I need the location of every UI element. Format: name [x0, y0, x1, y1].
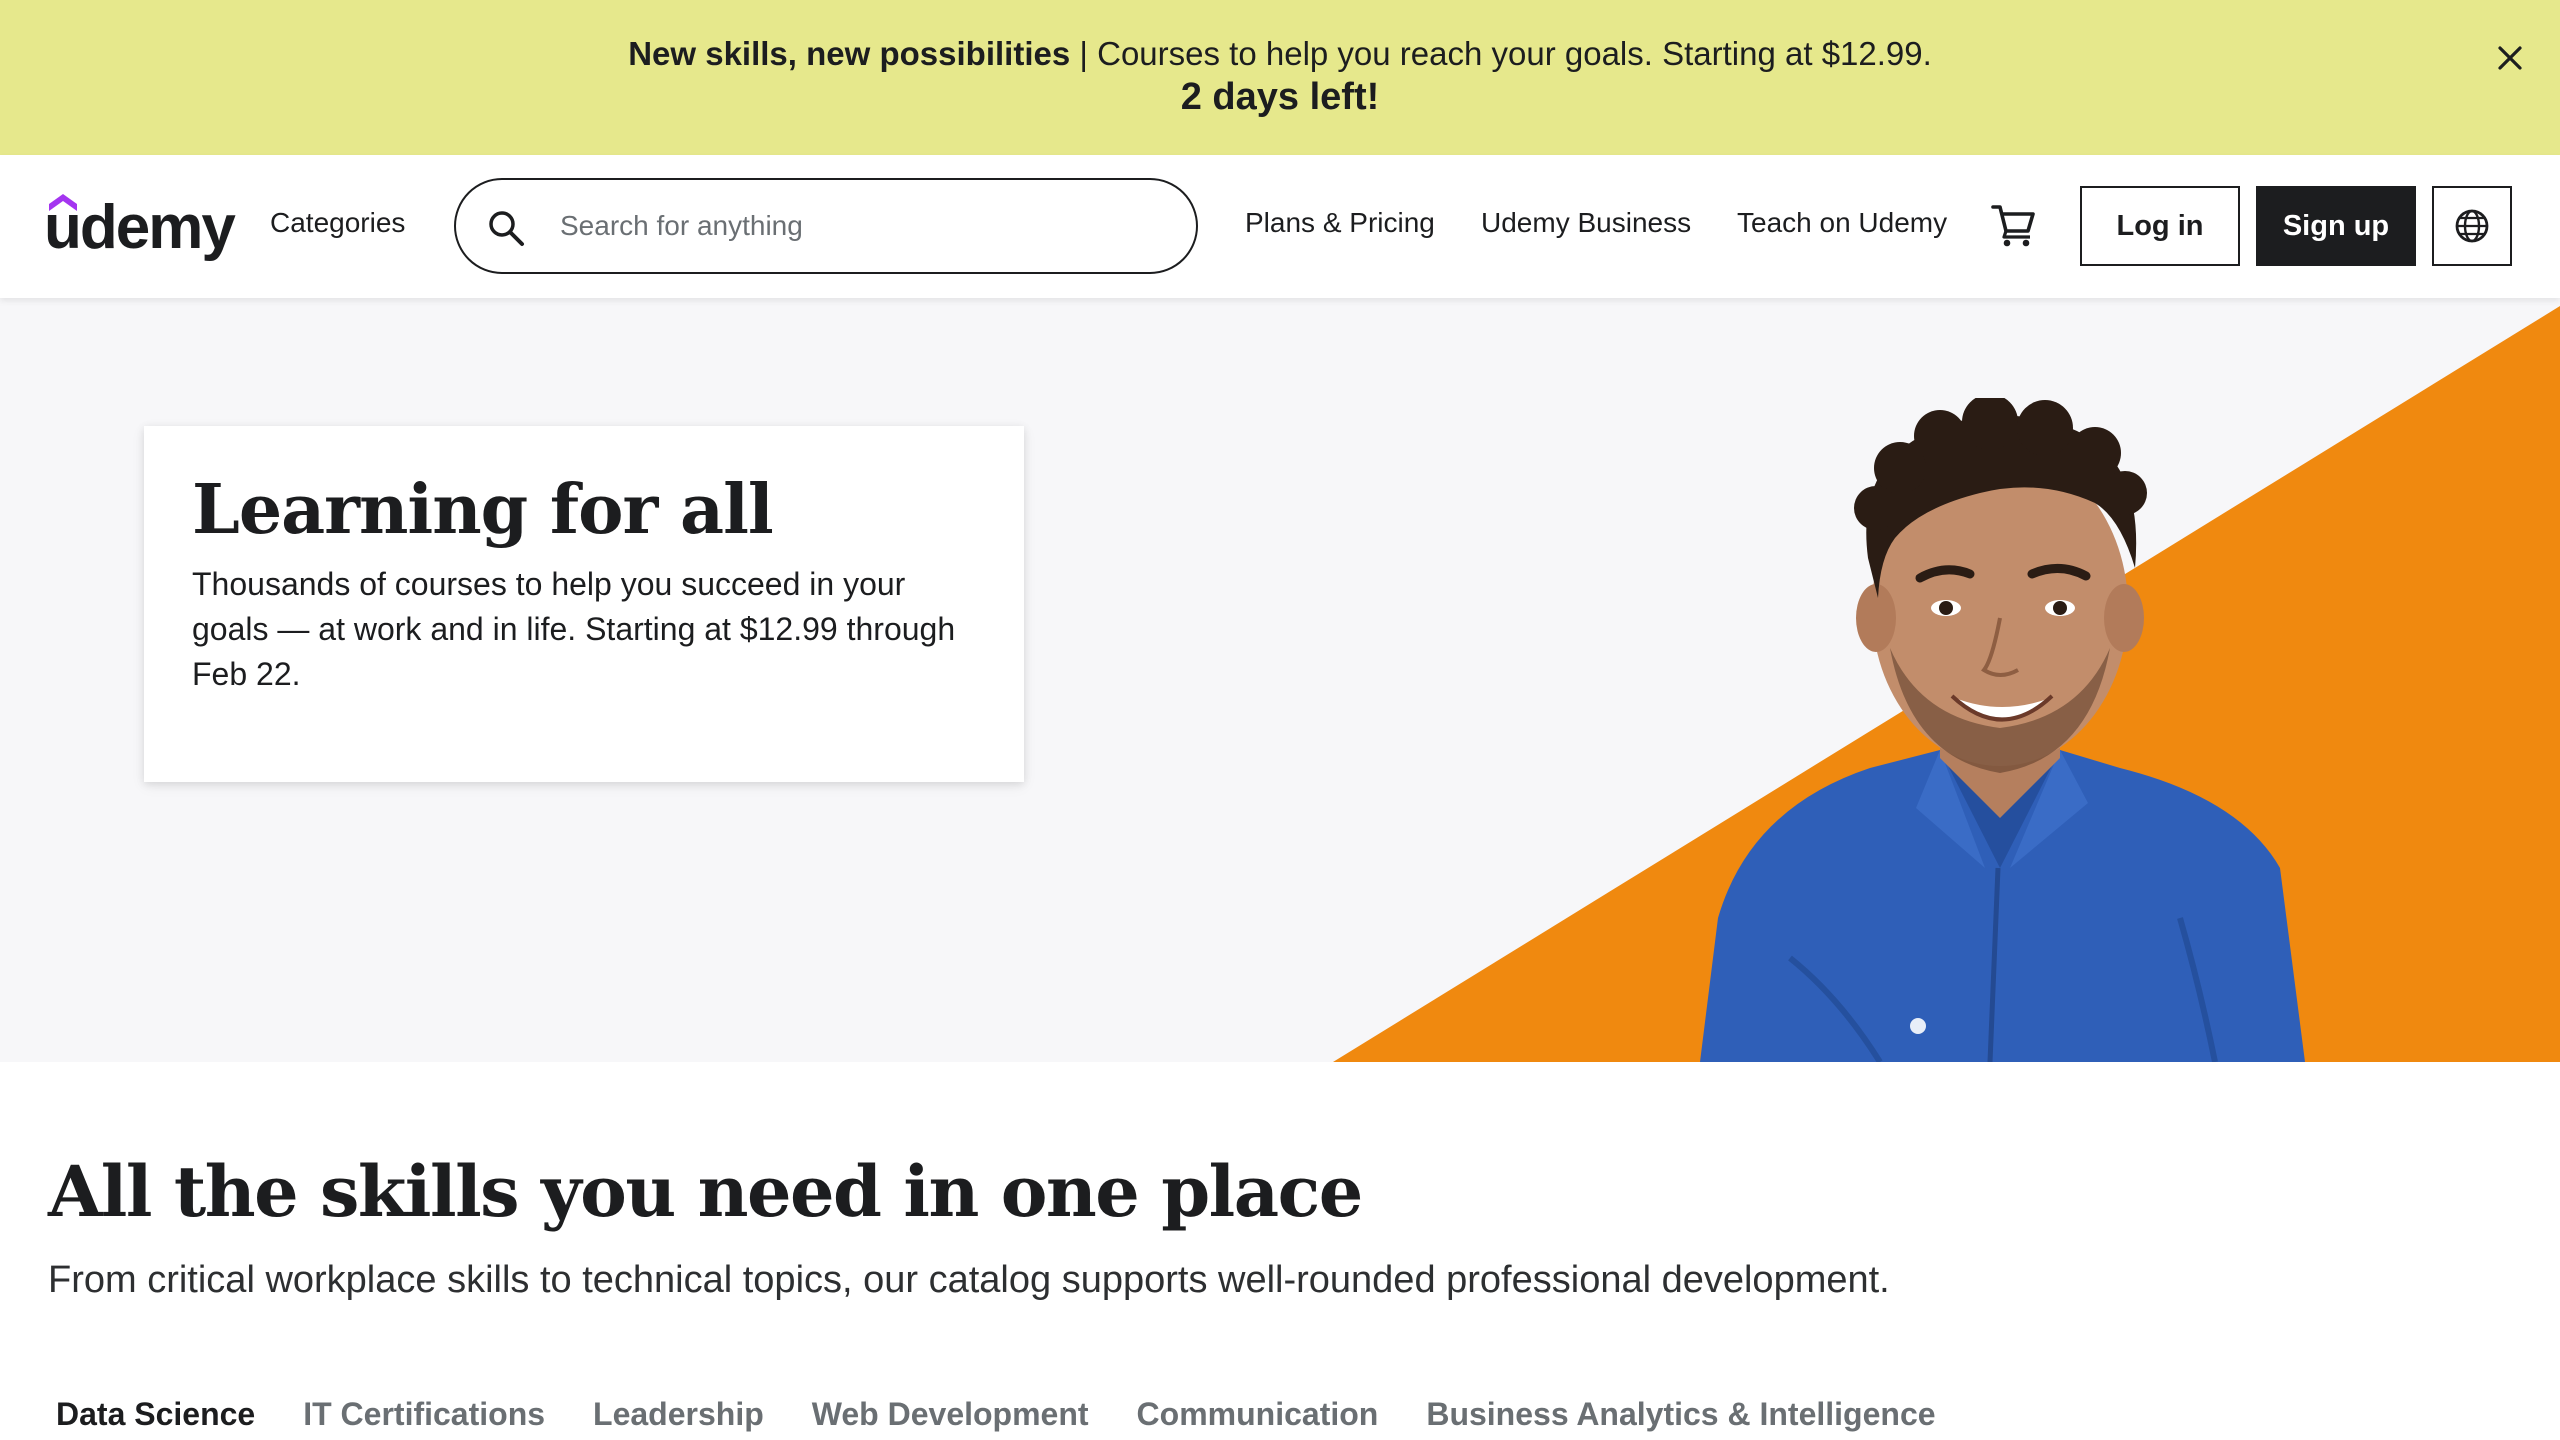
search-input[interactable]: [560, 202, 1160, 250]
promo-banner: New skills, new possibilities | Courses …: [0, 0, 2560, 155]
logo-text: udemy: [44, 193, 236, 262]
login-button[interactable]: Log in: [2080, 186, 2240, 266]
tab-communication[interactable]: Communication: [1137, 1392, 1379, 1436]
search-bar[interactable]: [454, 178, 1198, 274]
skills-title: All the skills you need in one place: [48, 1150, 1363, 1233]
globe-icon: [2455, 209, 2489, 243]
promo-countdown: 2 days left!: [1180, 76, 1380, 118]
search-icon[interactable]: [484, 206, 528, 250]
tab-web-development[interactable]: Web Development: [812, 1392, 1089, 1436]
plans-pricing-link[interactable]: Plans & Pricing: [1245, 203, 1435, 243]
categories-link[interactable]: Categories: [270, 203, 405, 243]
udemy-logo[interactable]: udemy: [44, 191, 236, 265]
hero-section: Learning for all Thousands of courses to…: [0, 298, 2560, 1062]
hero-text: Thousands of courses to help you succeed…: [192, 566, 956, 692]
cart-icon[interactable]: [1990, 201, 2038, 254]
hero-person-image: [1700, 398, 2305, 1062]
tab-business-analytics[interactable]: Business Analytics & Intelligence: [1426, 1392, 1935, 1436]
teach-on-udemy-link[interactable]: Teach on Udemy: [1737, 203, 1947, 243]
site-header: udemy Categories Plans & Pricing Udemy B…: [0, 155, 2560, 298]
close-icon[interactable]: [2488, 36, 2532, 80]
skill-tabs: Data Science IT Certifications Leadershi…: [56, 1392, 1936, 1436]
skills-subtitle: From critical workplace skills to techni…: [48, 1259, 1890, 1301]
promo-headline: New skills, new possibilities: [628, 35, 1071, 72]
tab-leadership[interactable]: Leadership: [593, 1392, 764, 1436]
promo-text: Courses to help you reach your goals. St…: [1097, 35, 1932, 72]
signup-button[interactable]: Sign up: [2256, 186, 2416, 266]
tab-it-certifications[interactable]: IT Certifications: [303, 1392, 545, 1436]
tab-data-science[interactable]: Data Science: [56, 1392, 255, 1436]
promo-message: New skills, new possibilities | Courses …: [0, 32, 2560, 76]
hero-title: Learning for all: [192, 470, 774, 550]
hero-card: Learning for all Thousands of courses to…: [144, 426, 1024, 782]
promo-separator: |: [1070, 35, 1098, 72]
language-button[interactable]: [2432, 186, 2512, 266]
udemy-business-link[interactable]: Udemy Business: [1481, 203, 1691, 243]
